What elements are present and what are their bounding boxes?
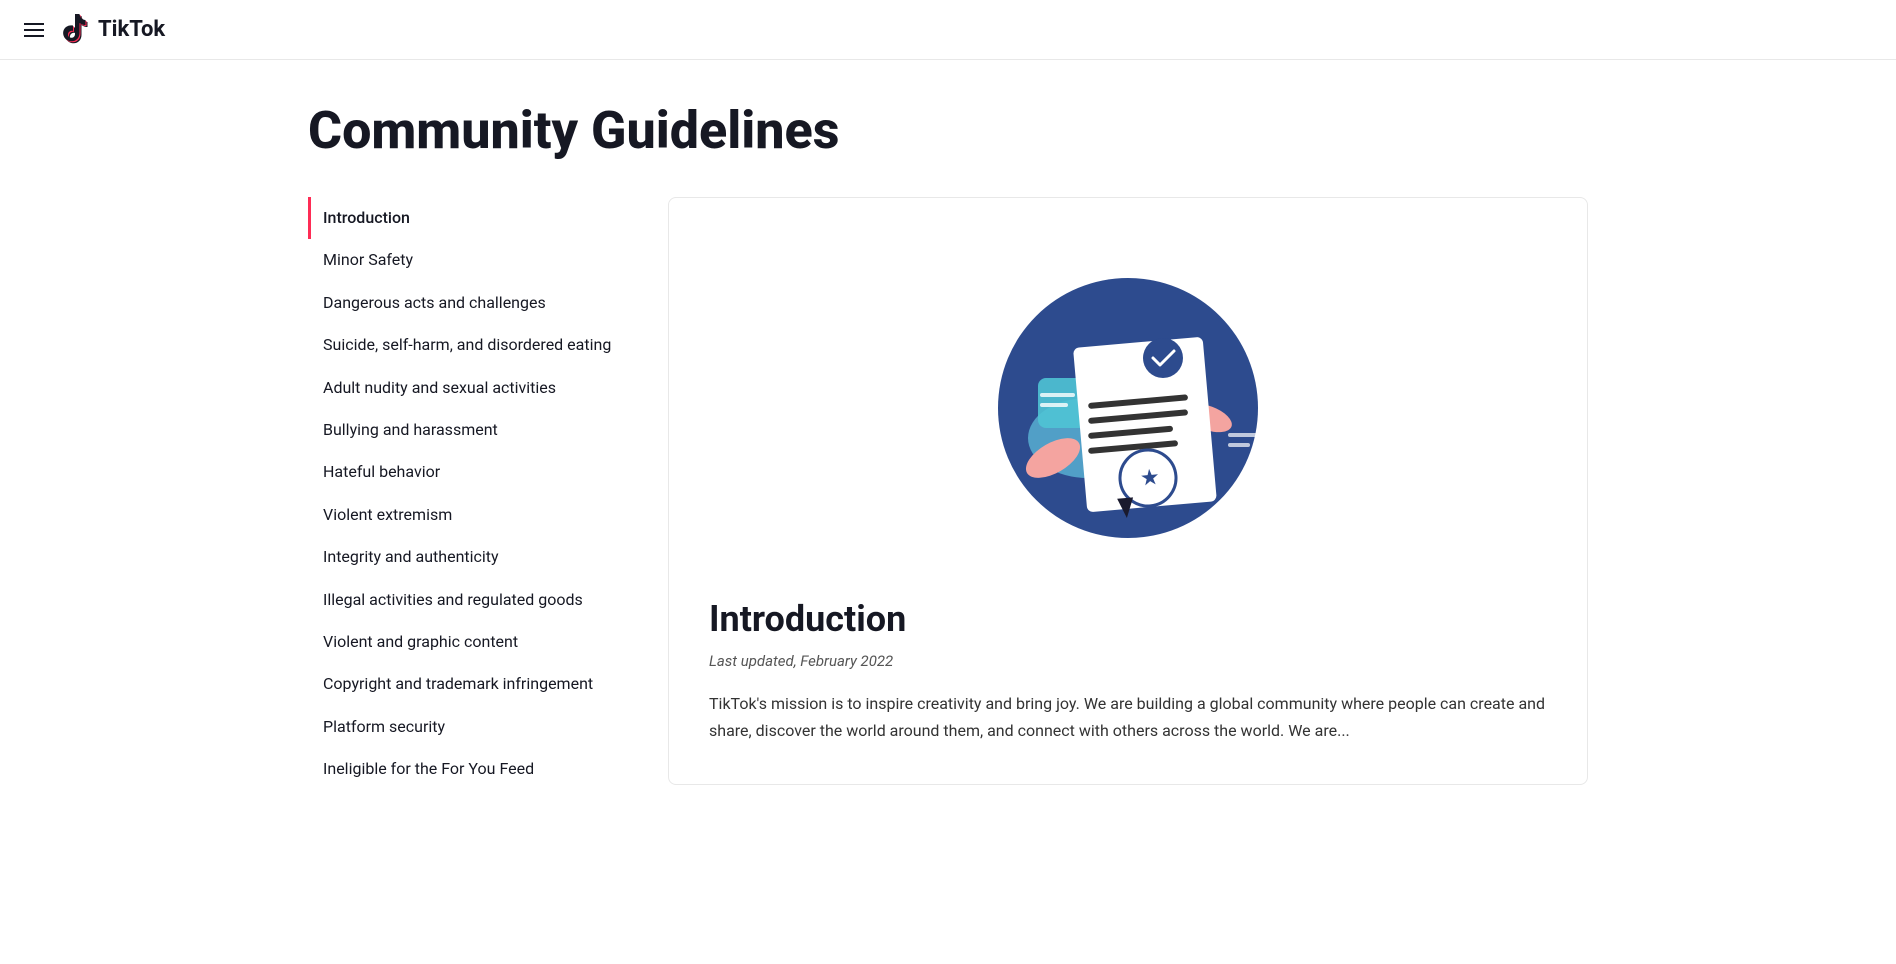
intro-text: TikTok's mission is to inspire creativit…: [709, 690, 1547, 744]
page-title: Community Guidelines: [308, 100, 1588, 161]
sidebar-item-copyright[interactable]: Copyright and trademark infringement: [308, 663, 628, 705]
sidebar-item-suicide-self-harm[interactable]: Suicide, self-harm, and disordered eatin…: [308, 324, 628, 366]
site-header: TikTok: [0, 0, 1896, 60]
sidebar-nav: IntroductionMinor SafetyDangerous acts a…: [308, 197, 628, 790]
logo-container[interactable]: TikTok: [60, 14, 165, 46]
menu-icon[interactable]: [24, 23, 44, 37]
sidebar-item-minor-safety[interactable]: Minor Safety: [308, 239, 628, 281]
sidebar-item-introduction[interactable]: Introduction: [308, 197, 628, 239]
sidebar-item-adult-nudity[interactable]: Adult nudity and sexual activities: [308, 367, 628, 409]
sidebar-item-violent-graphic[interactable]: Violent and graphic content: [308, 621, 628, 663]
last-updated-text: Last updated, February 2022: [709, 652, 1547, 670]
sidebar-item-hateful-behavior[interactable]: Hateful behavior: [308, 451, 628, 493]
tiktok-logo-icon: [60, 14, 92, 46]
sidebar-item-illegal-activities[interactable]: Illegal activities and regulated goods: [308, 579, 628, 621]
sidebar-item-integrity[interactable]: Integrity and authenticity: [308, 536, 628, 578]
sidebar-item-ineligible[interactable]: Ineligible for the For You Feed: [308, 748, 628, 790]
sidebar-item-dangerous-acts[interactable]: Dangerous acts and challenges: [308, 282, 628, 324]
content-card: ★ Introduction Last upda: [668, 197, 1588, 785]
sidebar-item-violent-extremism[interactable]: Violent extremism: [308, 494, 628, 536]
section-title: Introduction: [709, 598, 1547, 640]
document-illustration: ★: [978, 238, 1278, 558]
logo-text: TikTok: [98, 17, 165, 42]
svg-text:★: ★: [1139, 465, 1161, 492]
main-content: ★ Introduction Last upda: [668, 197, 1588, 790]
illustration-container: ★: [709, 238, 1547, 558]
sidebar-item-bullying[interactable]: Bullying and harassment: [308, 409, 628, 451]
sidebar-item-platform-security[interactable]: Platform security: [308, 706, 628, 748]
